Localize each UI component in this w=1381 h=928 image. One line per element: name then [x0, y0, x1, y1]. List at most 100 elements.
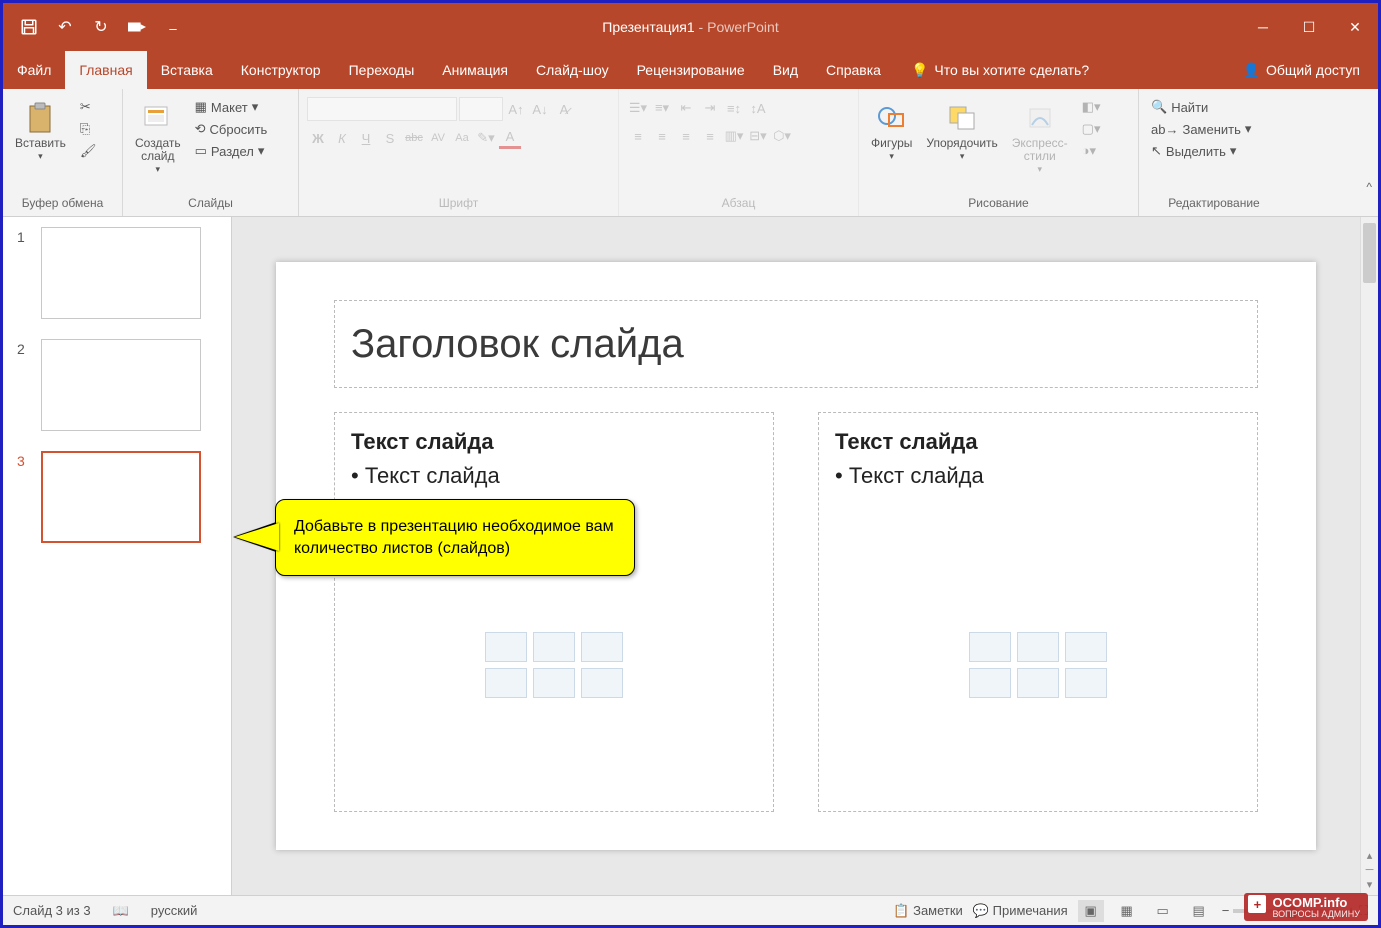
chart-icon[interactable]	[533, 632, 575, 662]
cut-icon[interactable]: ✂	[76, 97, 101, 117]
section-button[interactable]: ▭ Раздел ▾	[191, 141, 272, 161]
shadow-button[interactable]: S	[379, 127, 401, 149]
thumbnail-preview[interactable]	[41, 227, 201, 319]
text-direction-icon[interactable]: ↕A	[747, 97, 769, 119]
video-icon[interactable]	[1065, 668, 1107, 698]
video-icon[interactable]	[581, 668, 623, 698]
comments-button[interactable]: 💬 Примечания	[973, 903, 1068, 919]
language-indicator[interactable]: русский	[151, 903, 198, 918]
list-level-icon[interactable]: ⇤	[675, 97, 697, 119]
scroll-down-icon[interactable]: ▾	[1367, 878, 1373, 891]
slide-counter[interactable]: Слайд 3 из 3	[13, 903, 91, 918]
title-placeholder[interactable]: Заголовок слайда	[334, 300, 1258, 388]
reset-button[interactable]: ⟲ Сбросить	[191, 119, 272, 139]
find-button[interactable]: 🔍 Найти	[1147, 97, 1255, 117]
notes-button[interactable]: 📋 Заметки	[893, 903, 963, 919]
save-icon[interactable]	[15, 13, 43, 41]
format-painter-icon[interactable]: 🖌	[76, 141, 101, 161]
font-family-combo[interactable]	[307, 97, 457, 121]
line-spacing-icon[interactable]: ≡↕	[723, 97, 745, 119]
bold-button[interactable]: Ж	[307, 127, 329, 149]
underline-button[interactable]: Ч	[355, 127, 377, 149]
content-placeholder-left[interactable]: Текст слайда • Текст слайда	[334, 412, 774, 812]
shape-effects-icon[interactable]: ◑▾	[1078, 141, 1105, 161]
scrollbar-thumb[interactable]	[1363, 223, 1376, 283]
tab-file[interactable]: Файл	[3, 51, 65, 89]
thumbnail-2[interactable]: 2	[17, 339, 231, 431]
smartart-icon[interactable]	[581, 632, 623, 662]
align-left-icon[interactable]: ≡	[627, 125, 649, 147]
normal-view-icon[interactable]: ▣	[1078, 900, 1104, 922]
maximize-button[interactable]: ☐	[1286, 3, 1332, 51]
smartart-icon[interactable]	[1065, 632, 1107, 662]
clear-format-icon[interactable]: A̷	[553, 98, 575, 120]
align-right-icon[interactable]: ≡	[675, 125, 697, 147]
align-center-icon[interactable]: ≡	[651, 125, 673, 147]
select-button[interactable]: ↖ Выделить ▾	[1147, 141, 1255, 161]
paste-button[interactable]: Вставить▾	[11, 97, 70, 166]
decrease-indent-icon[interactable]: ⇥	[699, 97, 721, 119]
qat-customize-icon[interactable]: ⚊	[159, 13, 187, 41]
replace-button[interactable]: ab→ Заменить ▾	[1147, 119, 1255, 139]
scroll-up-icon[interactable]: ▴	[1367, 849, 1373, 862]
copy-icon[interactable]: ⎘	[76, 119, 101, 139]
online-picture-icon[interactable]	[1017, 668, 1059, 698]
align-text-icon[interactable]: ⊟▾	[747, 125, 769, 147]
smartart-icon[interactable]: ⬡▾	[771, 125, 793, 147]
tab-animations[interactable]: Анимация	[428, 51, 522, 89]
tell-me[interactable]: 💡Что вы хотите сделать?	[911, 51, 1089, 89]
online-picture-icon[interactable]	[533, 668, 575, 698]
font-color-icon[interactable]: A	[499, 127, 521, 149]
slideshow-view-icon[interactable]: ▤	[1186, 900, 1212, 922]
zoom-out-icon[interactable]: −	[1222, 903, 1230, 918]
minimize-button[interactable]: ─	[1240, 3, 1286, 51]
change-case-button[interactable]: Aa	[451, 127, 473, 149]
tab-review[interactable]: Рецензирование	[623, 51, 759, 89]
content-icons[interactable]	[485, 632, 623, 698]
layout-button[interactable]: ▦ Макет ▾	[191, 97, 272, 117]
thumbnail-3[interactable]: 3	[17, 451, 231, 543]
content-placeholder-right[interactable]: Текст слайда • Текст слайда	[818, 412, 1258, 812]
undo-icon[interactable]: ↶	[51, 13, 79, 41]
arrange-button[interactable]: Упорядочить▾	[922, 97, 1001, 166]
highlight-icon[interactable]: ✎▾	[475, 127, 497, 149]
redo-icon[interactable]: ↻	[87, 13, 115, 41]
table-icon[interactable]	[969, 632, 1011, 662]
numbering-icon[interactable]: ≡▾	[651, 97, 673, 119]
justify-icon[interactable]: ≡	[699, 125, 721, 147]
strikethrough-button[interactable]: abc	[403, 127, 425, 149]
close-button[interactable]: ✕	[1332, 3, 1378, 51]
tab-transitions[interactable]: Переходы	[335, 51, 429, 89]
collapse-ribbon-icon[interactable]: ^	[1366, 180, 1372, 194]
new-slide-button[interactable]: Создать слайд▾	[131, 97, 185, 179]
tab-home[interactable]: Главная	[65, 51, 146, 89]
grow-font-icon[interactable]: A↑	[505, 98, 527, 120]
bullets-icon[interactable]: ☰▾	[627, 97, 649, 119]
vertical-scrollbar[interactable]: ▴ ─ ▾	[1360, 217, 1378, 895]
picture-icon[interactable]	[969, 668, 1011, 698]
tab-design[interactable]: Конструктор	[227, 51, 335, 89]
slide-thumbnails-panel[interactable]: 1 2 3	[3, 217, 231, 895]
thumbnail-preview[interactable]	[41, 339, 201, 431]
picture-icon[interactable]	[485, 668, 527, 698]
italic-button[interactable]: К	[331, 127, 353, 149]
columns-icon[interactable]: ▥▾	[723, 125, 745, 147]
tab-view[interactable]: Вид	[759, 51, 812, 89]
content-icons[interactable]	[969, 632, 1107, 698]
start-from-beginning-icon[interactable]	[123, 13, 151, 41]
sorter-view-icon[interactable]: ▦	[1114, 900, 1140, 922]
font-size-combo[interactable]	[459, 97, 503, 121]
thumbnail-1[interactable]: 1	[17, 227, 231, 319]
shapes-button[interactable]: Фигуры▾	[867, 97, 916, 166]
shape-fill-icon[interactable]: ◧▾	[1078, 97, 1105, 117]
tab-slideshow[interactable]: Слайд-шоу	[522, 51, 623, 89]
thumbnail-preview[interactable]	[41, 451, 201, 543]
reading-view-icon[interactable]: ▭	[1150, 900, 1176, 922]
shape-outline-icon[interactable]: ▢▾	[1078, 119, 1105, 139]
spellcheck-icon[interactable]: 📖	[113, 903, 129, 919]
shrink-font-icon[interactable]: A↓	[529, 98, 551, 120]
chart-icon[interactable]	[1017, 632, 1059, 662]
char-spacing-button[interactable]: AV	[427, 127, 449, 149]
tab-help[interactable]: Справка	[812, 51, 895, 89]
tab-insert[interactable]: Вставка	[147, 51, 227, 89]
